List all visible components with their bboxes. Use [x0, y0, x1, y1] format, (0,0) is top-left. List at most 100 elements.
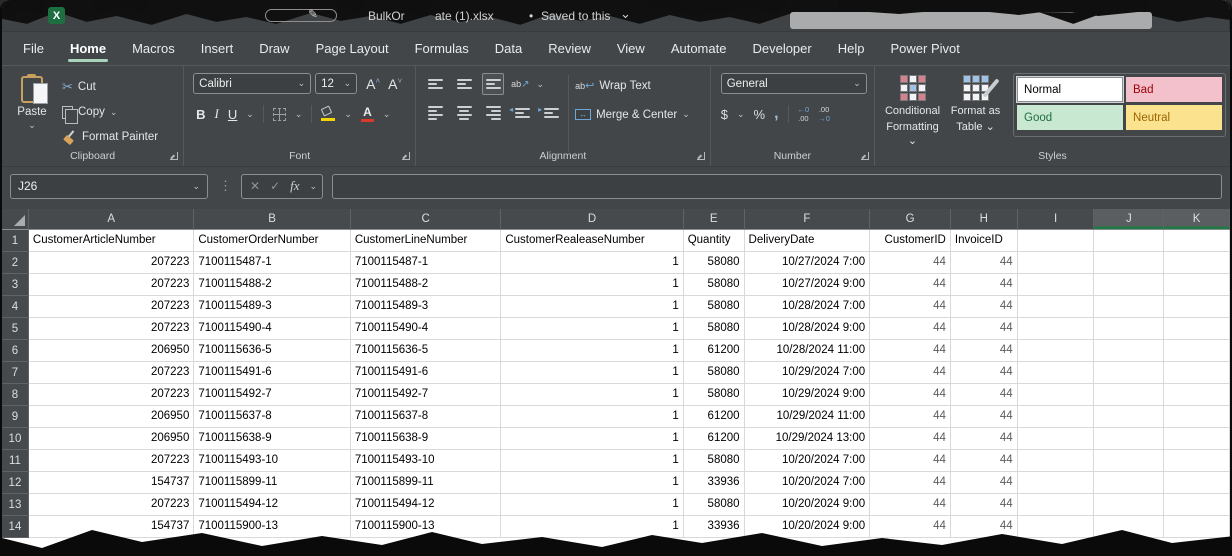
- cell-J3[interactable]: [1094, 274, 1164, 296]
- tab-automate[interactable]: Automate: [658, 41, 740, 65]
- style-neutral[interactable]: Neutral: [1126, 105, 1222, 130]
- cell-F10[interactable]: 10/29/2024 13:00: [745, 428, 871, 450]
- cell-I10[interactable]: [1018, 428, 1095, 450]
- column-header-K[interactable]: K: [1164, 209, 1230, 230]
- formula-input[interactable]: [332, 174, 1222, 199]
- increase-font-size-button[interactable]: A˄: [366, 76, 380, 92]
- cell-H12[interactable]: 44: [951, 472, 1018, 494]
- cell-J4[interactable]: [1094, 296, 1164, 318]
- row-header-6[interactable]: 6: [2, 340, 29, 362]
- cell-B13[interactable]: 7100115494-12: [194, 494, 350, 516]
- tab-view[interactable]: View: [604, 41, 658, 65]
- row-header-5[interactable]: 5: [2, 318, 29, 340]
- cell-A14[interactable]: 154737: [29, 516, 194, 538]
- cell-H14[interactable]: 44: [951, 516, 1018, 538]
- cell-H4[interactable]: 44: [951, 296, 1018, 318]
- cell-E1[interactable]: Quantity: [684, 230, 745, 252]
- clipboard-dialog-launcher-icon[interactable]: [170, 152, 178, 160]
- cell-E14[interactable]: 33936: [684, 516, 745, 538]
- cell-A2[interactable]: 207223: [29, 252, 194, 274]
- number-format-select[interactable]: General ⌄: [721, 73, 867, 94]
- increase-decimal-button[interactable]: ←0.00: [798, 105, 810, 123]
- tab-power-pivot[interactable]: Power Pivot: [877, 41, 972, 65]
- font-color-icon[interactable]: A: [361, 107, 374, 122]
- font-size-select[interactable]: 12 ⌄: [315, 73, 357, 94]
- align-right-button[interactable]: [482, 102, 504, 124]
- cell-K10[interactable]: [1164, 428, 1230, 450]
- cell-F14[interactable]: 10/20/2024 9:00: [745, 516, 871, 538]
- cell-J13[interactable]: [1094, 494, 1164, 516]
- increase-indent-button[interactable]: ▸: [540, 102, 562, 124]
- chevron-down-icon[interactable]: ⌄: [295, 110, 303, 119]
- enter-icon[interactable]: ✓: [270, 179, 280, 193]
- cell-G2[interactable]: 44: [870, 252, 951, 274]
- cell-I12[interactable]: [1018, 472, 1095, 494]
- cell-K8[interactable]: [1164, 384, 1230, 406]
- column-header-B[interactable]: B: [194, 209, 350, 230]
- cell-J9[interactable]: [1094, 406, 1164, 428]
- column-header-E[interactable]: E: [684, 209, 745, 230]
- cell-G14[interactable]: 44: [870, 516, 951, 538]
- cell-A3[interactable]: 207223: [29, 274, 194, 296]
- cell-K12[interactable]: [1164, 472, 1230, 494]
- cell-F7[interactable]: 10/29/2024 7:00: [745, 362, 871, 384]
- cell-H7[interactable]: 44: [951, 362, 1018, 384]
- cell-I5[interactable]: [1018, 318, 1095, 340]
- cell-C13[interactable]: 7100115494-12: [351, 494, 502, 516]
- cell-F2[interactable]: 10/27/2024 7:00: [745, 252, 871, 274]
- title-chevron-icon[interactable]: ⌄: [620, 6, 631, 22]
- cell-B10[interactable]: 7100115638-9: [194, 428, 350, 450]
- cell-K6[interactable]: [1164, 340, 1230, 362]
- insert-function-icon[interactable]: fx: [290, 178, 299, 194]
- cell-B5[interactable]: 7100115490-4: [194, 318, 350, 340]
- comma-style-button[interactable]: ,: [774, 110, 778, 118]
- merge-center-button[interactable]: ↔ Merge & Center ⌄: [575, 104, 690, 125]
- cell-F13[interactable]: 10/20/2024 9:00: [745, 494, 871, 516]
- cell-C5[interactable]: 7100115490-4: [351, 318, 502, 340]
- cell-A9[interactable]: 206950: [29, 406, 194, 428]
- cell-I1[interactable]: [1018, 230, 1095, 252]
- cell-J8[interactable]: [1094, 384, 1164, 406]
- cell-C2[interactable]: 7100115487-1: [351, 252, 502, 274]
- chevron-down-icon[interactable]: ⌄: [737, 110, 745, 119]
- tab-review[interactable]: Review: [535, 41, 604, 65]
- cell-H8[interactable]: 44: [951, 384, 1018, 406]
- cell-G12[interactable]: 44: [870, 472, 951, 494]
- tab-developer[interactable]: Developer: [739, 41, 824, 65]
- cell-I2[interactable]: [1018, 252, 1095, 274]
- tab-help[interactable]: Help: [825, 41, 878, 65]
- cell-I9[interactable]: [1018, 406, 1095, 428]
- cell-J12[interactable]: [1094, 472, 1164, 494]
- column-header-J[interactable]: J: [1094, 209, 1164, 230]
- cell-B1[interactable]: CustomerOrderNumber: [194, 230, 350, 252]
- cell-B6[interactable]: 7100115636-5: [194, 340, 350, 362]
- cell-C14[interactable]: 7100115900-13: [351, 516, 502, 538]
- name-box[interactable]: J26 ⌄: [10, 174, 208, 199]
- cell-H2[interactable]: 44: [951, 252, 1018, 274]
- row-header-7[interactable]: 7: [2, 362, 29, 384]
- cell-D2[interactable]: 1: [501, 252, 683, 274]
- cell-G7[interactable]: 44: [870, 362, 951, 384]
- cell-C7[interactable]: 7100115491-6: [351, 362, 502, 384]
- cell-D8[interactable]: 1: [501, 384, 683, 406]
- wrap-text-button[interactable]: ab↩ Wrap Text: [575, 75, 690, 96]
- cell-I4[interactable]: [1018, 296, 1095, 318]
- cell-E9[interactable]: 61200: [684, 406, 745, 428]
- cell-J1[interactable]: [1094, 230, 1164, 252]
- cell-H5[interactable]: 44: [951, 318, 1018, 340]
- cell-D10[interactable]: 1: [501, 428, 683, 450]
- cell-K2[interactable]: [1164, 252, 1230, 274]
- row-header-14[interactable]: 14: [2, 516, 29, 538]
- alignment-dialog-launcher-icon[interactable]: [697, 152, 705, 160]
- format-painter-button[interactable]: Format Painter: [62, 127, 158, 147]
- cell-J5[interactable]: [1094, 318, 1164, 340]
- cell-A4[interactable]: 207223: [29, 296, 194, 318]
- chevron-down-icon[interactable]: ⌄: [246, 110, 254, 119]
- cell-B7[interactable]: 7100115491-6: [194, 362, 350, 384]
- cell-K11[interactable]: [1164, 450, 1230, 472]
- decrease-indent-button[interactable]: ◂: [511, 102, 533, 124]
- chevron-down-icon[interactable]: ⌄: [383, 110, 391, 119]
- font-dialog-launcher-icon[interactable]: [402, 152, 410, 160]
- row-header-3[interactable]: 3: [2, 274, 29, 296]
- cell-G4[interactable]: 44: [870, 296, 951, 318]
